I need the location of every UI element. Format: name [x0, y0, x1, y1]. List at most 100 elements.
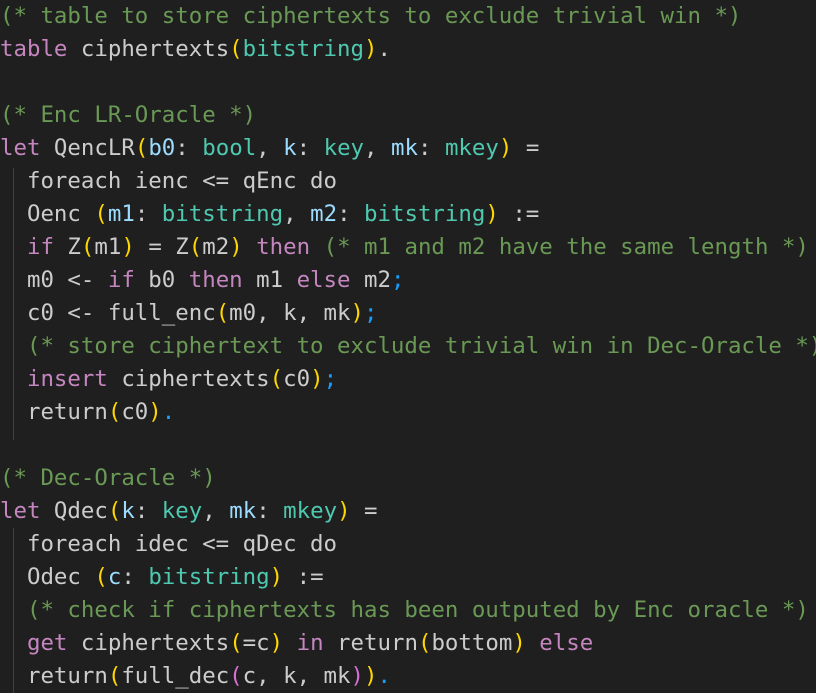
- code-token: (: [229, 663, 243, 689]
- code-token: c0 <- full_enc: [0, 300, 216, 326]
- code-token: return: [0, 663, 108, 689]
- code-token: else: [296, 267, 351, 293]
- code-token: =c: [242, 630, 270, 656]
- code-line[interactable]: (* store ciphertext to exclude trivial w…: [0, 330, 816, 363]
- code-token: k: [121, 498, 135, 524]
- code-token: c, k, mk: [242, 663, 351, 689]
- code-line[interactable]: (* check if ciphertexts has been outpute…: [0, 594, 809, 627]
- code-line[interactable]: (* Dec-Oracle *): [0, 462, 216, 495]
- code-token: then: [256, 234, 311, 260]
- code-token: bitstring: [161, 201, 284, 227]
- code-token: :=: [498, 201, 540, 227]
- code-token: (* table to store ciphertexts to exclude…: [0, 3, 742, 29]
- code-token: .: [377, 36, 391, 62]
- code-token: ,: [256, 135, 284, 161]
- code-token: b0: [148, 135, 176, 161]
- code-line[interactable]: foreach ienc <= qEnc do: [0, 165, 337, 198]
- code-token: mk: [391, 135, 418, 161]
- code-token: mkey: [283, 498, 338, 524]
- code-line[interactable]: c0 <- full_enc(m0, k, mk);: [0, 297, 378, 330]
- code-token: return: [0, 399, 108, 425]
- code-token: Z: [53, 234, 81, 260]
- code-token: ): [229, 234, 243, 260]
- code-token: c0: [283, 366, 311, 392]
- code-token: else: [539, 630, 594, 656]
- code-token: bitstring: [364, 201, 486, 227]
- code-token: :=: [283, 564, 324, 590]
- code-token: ): [512, 630, 526, 656]
- code-token: (* Enc LR-Oracle *): [0, 102, 257, 128]
- code-line[interactable]: (* Enc LR-Oracle *): [0, 99, 256, 132]
- code-line[interactable]: (* table to store ciphertexts to exclude…: [0, 0, 741, 33]
- code-token: ): [269, 630, 284, 656]
- code-token: return: [323, 630, 418, 656]
- code-token: (: [134, 135, 149, 161]
- code-line[interactable]: Oenc (m1: bitstring, m2: bitstring) :=: [0, 198, 539, 231]
- code-token: b0: [134, 267, 189, 293]
- code-token: ): [350, 663, 364, 689]
- code-token: m2: [350, 267, 391, 293]
- code-token: let: [0, 498, 41, 524]
- code-token: ): [121, 234, 135, 260]
- code-token: ): [337, 498, 351, 524]
- code-token: mk: [229, 498, 257, 524]
- code-token: k: [283, 135, 297, 161]
- code-token: m1: [107, 201, 135, 227]
- code-token: full_dec: [121, 663, 230, 689]
- code-token: bottom: [431, 630, 513, 656]
- code-token: bool: [202, 135, 257, 161]
- code-line[interactable]: Odec (c: bitstring) :=: [0, 561, 324, 594]
- code-token: .: [377, 663, 391, 689]
- code-token: then: [188, 267, 243, 293]
- code-token: if: [107, 267, 135, 293]
- code-token: (: [229, 36, 243, 62]
- code-token: key: [161, 498, 203, 524]
- code-token: c: [107, 564, 122, 590]
- code-token: (: [269, 366, 284, 392]
- code-token: (: [417, 630, 432, 656]
- code-token: (* check if ciphertexts has been outpute…: [26, 597, 809, 623]
- code-token: :: [134, 498, 162, 524]
- code-line[interactable]: let Qdec(k: key, mk: mkey) =: [0, 495, 378, 528]
- code-token: :: [296, 135, 324, 161]
- code-line[interactable]: if Z(m1) = Z(m2) then (* m1 and m2 have …: [0, 231, 809, 264]
- code-token: Qdec: [40, 498, 108, 524]
- code-token: m1: [242, 267, 297, 293]
- code-line[interactable]: m0 <- if b0 then m1 else m2;: [0, 264, 404, 297]
- code-token: mkey: [444, 135, 499, 161]
- code-line[interactable]: table ciphertexts(bitstring).: [0, 33, 391, 66]
- code-token: in: [296, 630, 324, 656]
- code-token: if: [26, 234, 54, 260]
- code-token: ,: [283, 201, 311, 227]
- code-line[interactable]: get ciphertexts(=c) in return(bottom) el…: [0, 627, 593, 660]
- code-token: Oenc: [0, 201, 95, 227]
- code-token: (: [107, 399, 122, 425]
- code-line[interactable]: return(full_dec(c, k, mk)).: [0, 660, 391, 693]
- code-token: ): [148, 399, 162, 425]
- code-token: m0, k, mk: [229, 300, 351, 326]
- code-token: ciphertexts: [67, 36, 230, 62]
- code-token: ciphertexts: [107, 366, 270, 392]
- code-token: ): [485, 201, 499, 227]
- code-token: m1: [94, 234, 122, 260]
- code-token: (* m1 and m2 have the same length *): [310, 234, 809, 260]
- code-line[interactable]: insert ciphertexts(c0);: [0, 363, 337, 396]
- code-token: = Z: [134, 234, 189, 260]
- code-token: (: [94, 564, 108, 590]
- code-line[interactable]: return(c0).: [0, 396, 175, 429]
- code-editor[interactable]: (* table to store ciphertexts to exclude…: [0, 0, 816, 693]
- code-line[interactable]: foreach idec <= qDec do: [0, 528, 337, 561]
- code-token: =: [350, 498, 378, 524]
- code-token: (: [107, 498, 122, 524]
- code-token: ): [350, 300, 364, 326]
- code-line[interactable]: let QencLR(b0: bool, k: key, mk: mkey) =: [0, 132, 539, 165]
- code-token: :: [417, 135, 445, 161]
- code-token: get: [26, 630, 68, 656]
- code-token: ;: [390, 267, 405, 293]
- code-token: (: [215, 300, 230, 326]
